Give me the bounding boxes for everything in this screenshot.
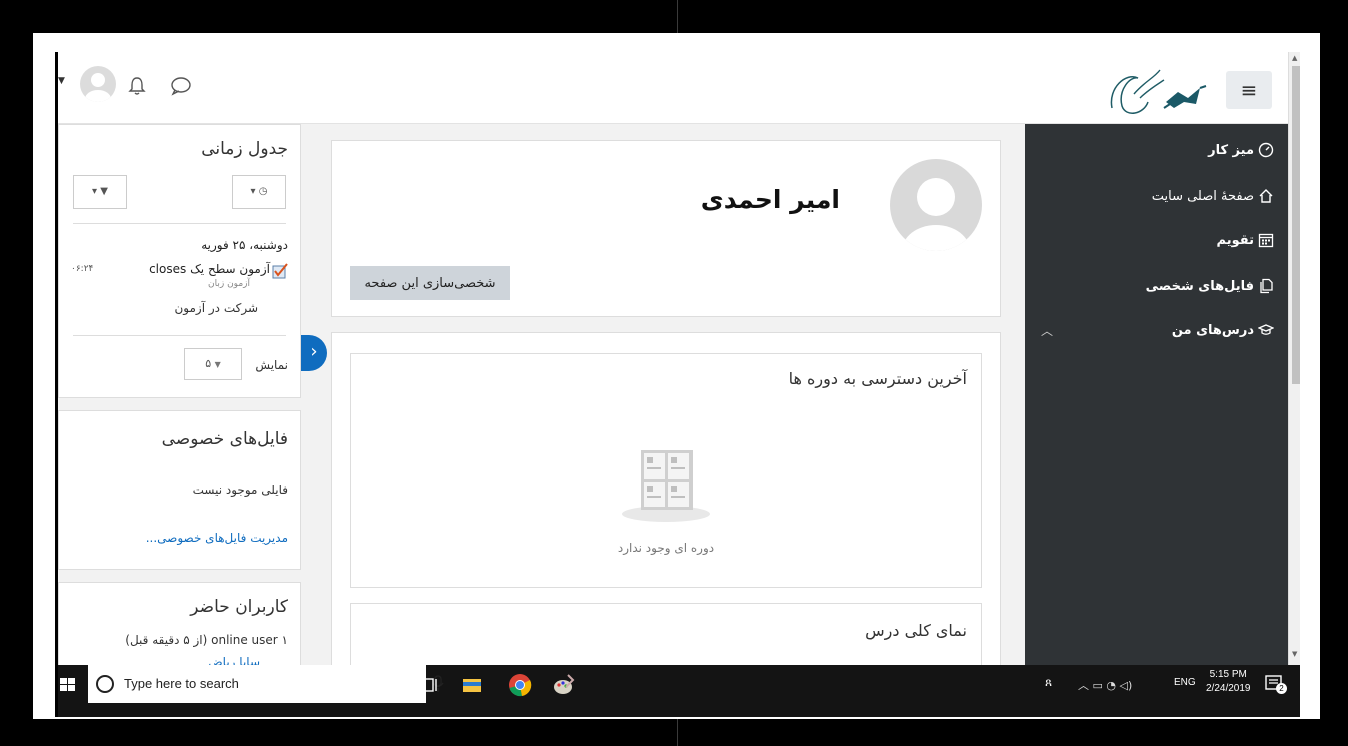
profile-name: امیر احمدی <box>700 185 840 214</box>
system-tray-icons[interactable]: ︿ ▭ ◔ ◁) <box>1078 677 1132 693</box>
nav-item-my-courses[interactable]: درس‌های من <box>1172 322 1274 338</box>
taskbar-search-box[interactable]: Type here to search <box>88 665 444 703</box>
user-avatar[interactable] <box>80 66 116 102</box>
timeline-event-time: ۰۶:۲۴ <box>71 264 94 274</box>
windows-start-icon[interactable] <box>58 677 78 693</box>
timeline-title: جدول زمانی <box>201 139 288 159</box>
top-navbar: ▼ ≡ <box>58 52 1288 124</box>
chat-icon[interactable] <box>170 76 192 96</box>
chevron-right-icon: › <box>310 341 318 362</box>
site-logo[interactable] <box>1104 58 1214 122</box>
clock[interactable]: 5:15 PM 2/24/2019 <box>1206 668 1251 696</box>
photo-frame: ▼ ≡ میز کار صفحهٔ ا <box>0 0 1348 746</box>
quiz-icon <box>272 263 288 279</box>
no-courses-text: دوره ای وجود ندارد <box>617 541 715 555</box>
private-files-title: فایل‌های خصوصی <box>161 429 288 449</box>
calendar-icon <box>1258 233 1274 248</box>
online-users-title: کاربران حاضر <box>190 597 288 617</box>
people-icon[interactable]: ጸ <box>1045 675 1052 690</box>
language-indicator[interactable]: ENG <box>1174 677 1196 688</box>
main-region: آخرین دسترسی به دوره ها دوره ای وجود ندا… <box>331 332 1001 683</box>
no-files-text: فایلی موجود نیست <box>192 483 288 497</box>
recent-courses-title: آخرین دسترسی به دوره ها <box>788 369 967 388</box>
clock-time: 5:15 PM <box>1209 669 1247 680</box>
attempt-quiz-link[interactable]: شرکت در آزمون <box>174 301 258 315</box>
show-count-value: ۵ <box>205 357 212 370</box>
user-menu-caret-icon[interactable]: ▼ <box>58 76 65 86</box>
graduation-cap-icon <box>1258 324 1274 335</box>
nav-item-label: میز کار <box>1208 142 1254 158</box>
private-files-block: فایل‌های خصوصی فایلی موجود نیست مدیریت ف… <box>58 410 301 570</box>
nav-item-private-files[interactable]: فایل‌های شخصی <box>1146 278 1274 294</box>
bell-icon[interactable] <box>128 76 146 96</box>
show-count-label: نمایش <box>255 358 288 372</box>
course-overview-title: نمای کلی درس <box>865 621 967 640</box>
blocks-toggle-button[interactable]: › <box>301 335 327 371</box>
menu-toggle-button[interactable]: ≡ <box>1226 71 1272 109</box>
filter-icon: ▾ ▼ <box>92 186 108 197</box>
recent-courses-block: آخرین دسترسی به دوره ها دوره ای وجود ندا… <box>350 353 982 588</box>
cortana-icon <box>96 675 114 693</box>
timeline-date: دوشنبه، ۲۵ فوریه <box>201 238 288 252</box>
online-users-count: online user ۱ (از ۵ دقیقه قبل) <box>125 633 288 647</box>
clock-date: 2/24/2019 <box>1206 683 1251 694</box>
divider <box>73 335 286 336</box>
courses-illustration-icon <box>622 450 710 522</box>
chevron-up-icon[interactable]: ︿ <box>1041 322 1053 339</box>
home-icon <box>1259 189 1273 203</box>
show-count-dropdown[interactable]: ۵ ▼ <box>184 348 242 380</box>
action-center-icon[interactable]: 2 <box>1264 673 1287 695</box>
chevron-down-icon: ▼ <box>214 360 221 369</box>
files-icon <box>1260 278 1273 294</box>
page-scrollbar[interactable]: ▲ ▼ <box>1288 52 1300 672</box>
profile-avatar <box>890 159 982 251</box>
nav-item-label: درس‌های من <box>1171 322 1254 338</box>
nav-drawer: میز کار صفحهٔ اصلی سایت تقویم فایل‌های ش… <box>1025 124 1288 717</box>
timeline-filter-dropdown[interactable]: ▾ ▼ <box>73 175 127 209</box>
search-placeholder: Type here to search <box>124 676 239 691</box>
profile-header-card: امیر احمدی شخصی‌سازی این صفحه <box>331 140 1001 317</box>
timeline-event-link[interactable]: آزمون سطح یک closes <box>149 262 270 276</box>
timeline-event-course: آزمون زبان <box>208 279 250 289</box>
customize-page-button[interactable]: شخصی‌سازی این صفحه <box>350 266 510 300</box>
dashboard-icon <box>1258 142 1274 158</box>
scroll-down-icon[interactable]: ▼ <box>1292 650 1297 658</box>
timeline-block: جدول زمانی ▾ ▼ ▾ ◷ دوشنبه، ۲۵ فوریه آزمو… <box>58 124 301 398</box>
task-view-icon[interactable] <box>418 673 442 697</box>
notification-count: 2 <box>1276 683 1287 694</box>
scroll-thumb[interactable] <box>1292 66 1300 384</box>
timeline-sort-dropdown[interactable]: ▾ ◷ <box>232 175 286 209</box>
nav-item-dashboard[interactable]: میز کار <box>1208 142 1274 158</box>
browser-viewport: ▼ ≡ میز کار صفحهٔ ا <box>55 52 1300 717</box>
windows-taskbar: Type here to search ጸ ︿ ▭ ◔ ◁) ENG 5:15 … <box>58 665 1300 717</box>
nav-item-label: تقویم <box>1216 232 1254 248</box>
nav-item-site-home[interactable]: صفحهٔ اصلی سایت <box>1152 188 1274 204</box>
hamburger-icon: ≡ <box>1240 78 1258 102</box>
divider <box>73 223 286 224</box>
scroll-up-icon[interactable]: ▲ <box>1292 54 1297 62</box>
file-explorer-icon[interactable] <box>460 673 484 697</box>
nav-item-calendar[interactable]: تقویم <box>1217 232 1274 248</box>
paint-icon[interactable] <box>552 673 576 697</box>
clock-icon: ▾ ◷ <box>250 186 268 197</box>
nav-item-label: فایل‌های شخصی <box>1145 278 1254 294</box>
manage-files-link[interactable]: مدیریت فایل‌های خصوصی... <box>146 531 288 545</box>
nav-item-label: صفحهٔ اصلی سایت <box>1151 188 1254 204</box>
chrome-icon[interactable] <box>508 673 532 697</box>
